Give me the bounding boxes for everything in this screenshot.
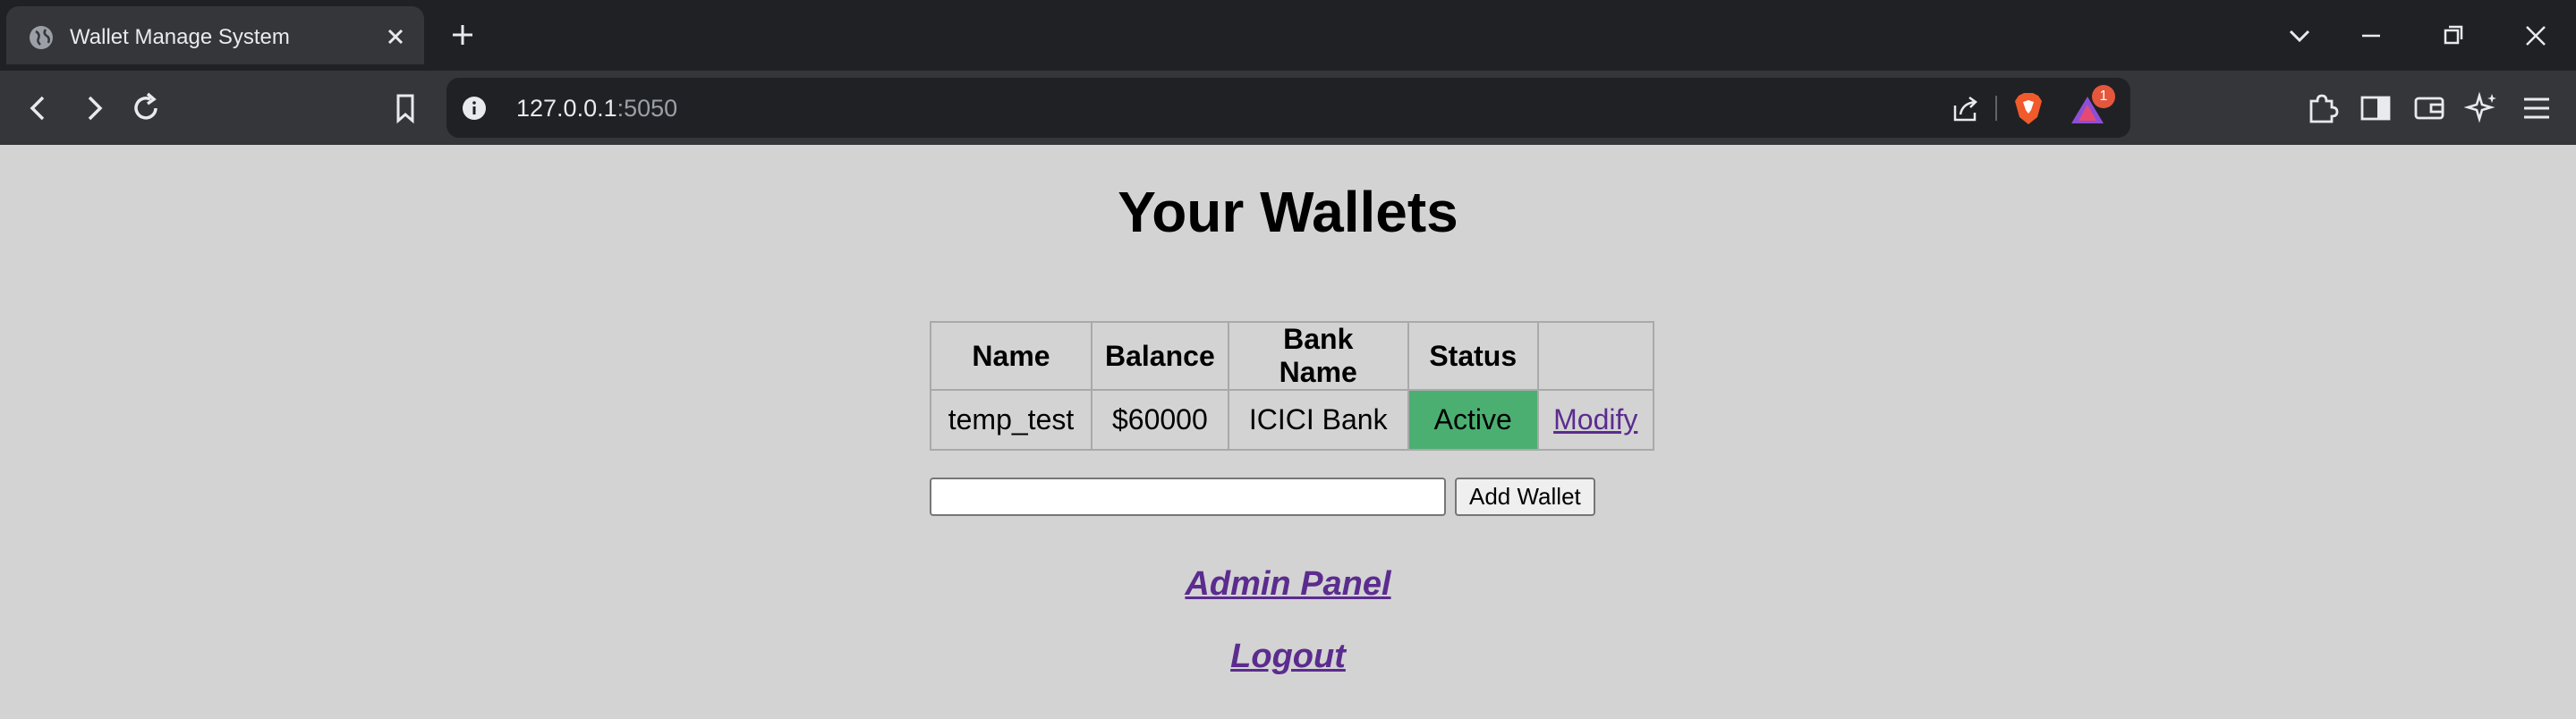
sidebar-icon[interactable] xyxy=(2356,89,2395,128)
address-bar-divider xyxy=(1995,96,1997,121)
reload-icon[interactable] xyxy=(126,89,166,128)
table-header-row: Name Balance Bank Name Status xyxy=(930,321,1654,391)
browser-toolbar: 127.0.0.1:5050 1 xyxy=(0,71,2576,145)
wallet-bank-cell: ICICI Bank xyxy=(1227,389,1409,451)
wallet-name-cell: temp_test xyxy=(930,389,1092,451)
tab-title: Wallet Manage System xyxy=(70,25,290,49)
column-header-balance: Balance xyxy=(1091,321,1229,391)
column-header-action xyxy=(1536,321,1654,391)
wallet-icon[interactable] xyxy=(2410,89,2449,128)
add-wallet-button[interactable]: Add Wallet xyxy=(1455,478,1595,516)
restore-icon[interactable] xyxy=(2436,18,2471,54)
logout-link[interactable]: Logout xyxy=(1230,638,1346,675)
share-icon[interactable] xyxy=(1950,93,1982,125)
table-row: temp_test $60000 ICICI Bank Active Modif… xyxy=(930,389,1654,451)
back-icon[interactable] xyxy=(20,89,59,128)
leo-ai-icon[interactable] xyxy=(2463,89,2503,128)
bookmark-icon[interactable] xyxy=(386,89,425,128)
close-tab-icon[interactable] xyxy=(382,23,409,50)
column-header-bank-name: Bank Name xyxy=(1227,321,1409,391)
column-header-name: Name xyxy=(930,321,1092,391)
browser-tabstrip: Wallet Manage System xyxy=(0,0,2576,71)
rewards-badge: 1 xyxy=(2092,85,2115,108)
browser-tab[interactable]: Wallet Manage System xyxy=(6,6,424,64)
add-wallet-form: Add Wallet xyxy=(930,478,1595,516)
close-window-icon[interactable] xyxy=(2518,18,2554,54)
logout-container: Logout xyxy=(0,638,2576,676)
new-tab-icon[interactable] xyxy=(447,20,478,50)
extensions-icon[interactable] xyxy=(2302,89,2342,128)
column-header-status: Status xyxy=(1407,321,1539,391)
site-info-icon[interactable] xyxy=(461,95,488,122)
wallet-name-input[interactable] xyxy=(930,478,1446,516)
address-bar[interactable]: 127.0.0.1:5050 1 xyxy=(446,78,2130,138)
minimize-icon[interactable] xyxy=(2353,18,2389,54)
wallet-action-cell: Modify xyxy=(1536,389,1654,451)
modify-link[interactable]: Modify xyxy=(1553,403,1637,436)
status-badge: Active xyxy=(1407,389,1539,451)
globe-icon xyxy=(30,26,53,49)
brave-shields-icon[interactable] xyxy=(2011,90,2045,126)
forward-icon[interactable] xyxy=(73,89,113,128)
wallets-table: Name Balance Bank Name Status temp_test … xyxy=(930,321,1654,451)
url-text: 127.0.0.1:5050 xyxy=(516,95,678,122)
page-title: Your Wallets xyxy=(1118,180,1458,244)
tab-search-chevron-icon[interactable] xyxy=(2282,18,2317,54)
menu-icon[interactable] xyxy=(2517,89,2556,128)
admin-panel-container: Admin Panel xyxy=(0,565,2576,604)
admin-panel-link[interactable]: Admin Panel xyxy=(1185,565,1390,603)
wallet-balance-cell: $60000 xyxy=(1091,389,1229,451)
